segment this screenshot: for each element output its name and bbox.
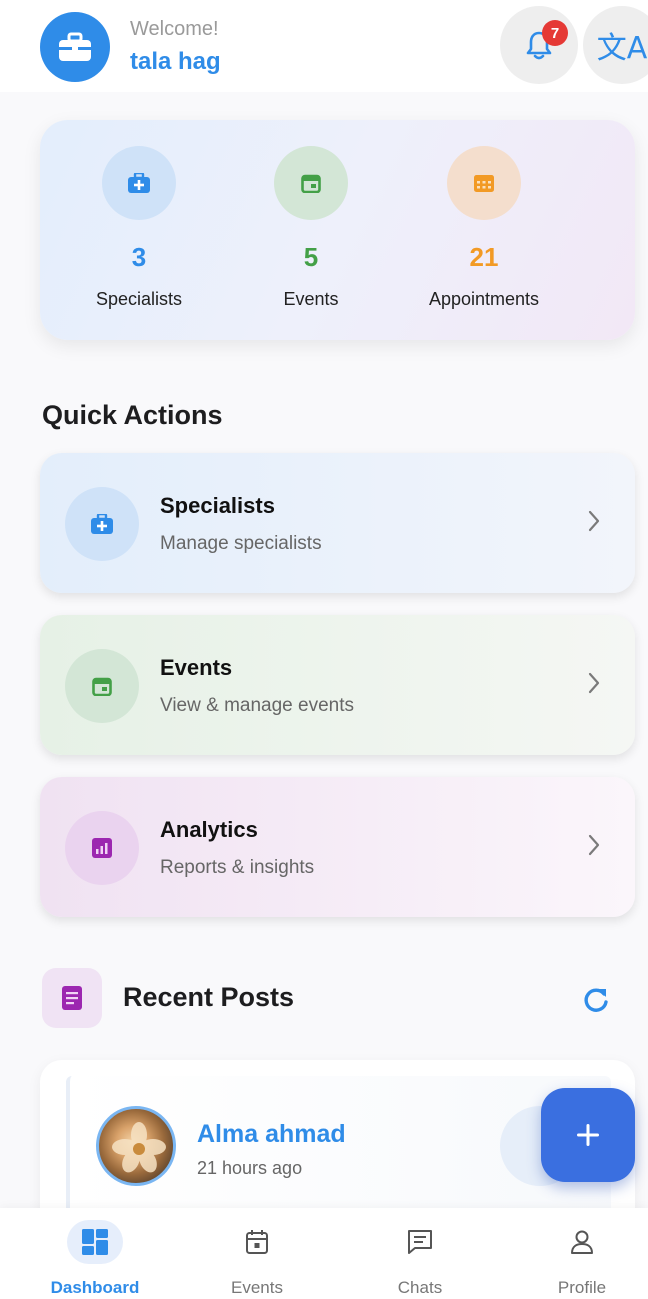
quick-action-events[interactable]: Events View & manage events (40, 615, 635, 755)
chevron-right-icon (588, 834, 600, 856)
quick-action-analytics[interactable]: Analytics Reports & insights (40, 777, 635, 917)
quick-action-title: Specialists (160, 493, 275, 518)
dashboard-icon (67, 1220, 123, 1264)
refresh-button[interactable] (578, 982, 614, 1018)
article-icon (42, 968, 102, 1028)
quick-action-subtitle: Manage specialists (160, 533, 322, 554)
stat-events[interactable]: 5 Events (216, 146, 406, 310)
welcome-text: Welcome! (130, 18, 219, 40)
post-author[interactable]: Alma ahmad (197, 1120, 346, 1149)
nav-label: Events (231, 1278, 283, 1297)
chevron-right-icon (588, 510, 600, 532)
stats-summary-card: 3 Specialists 5 Events 21 Appointments (40, 120, 635, 340)
bottom-navigation: Dashboard Events Chats Profile (0, 1208, 648, 1299)
notifications-button[interactable]: 7 (500, 6, 578, 84)
notification-badge: 7 (542, 20, 568, 46)
calendar-icon (229, 1220, 285, 1264)
chevron-right-icon (588, 672, 600, 694)
nav-item-chats[interactable]: Chats (340, 1208, 500, 1299)
translate-icon: 文A (596, 31, 648, 66)
chat-icon (392, 1220, 448, 1264)
quick-action-subtitle: Reports & insights (160, 857, 315, 878)
analytics-icon (65, 811, 139, 885)
plus-icon (577, 1124, 599, 1146)
quick-action-title: Analytics (160, 817, 258, 842)
stat-appointments[interactable]: 21 Appointments (389, 146, 579, 310)
nav-label: Profile (557, 1278, 607, 1297)
quick-actions-heading: Quick Actions (42, 400, 223, 430)
nav-label: Chats (397, 1278, 443, 1297)
quick-action-subtitle: View & manage events (160, 695, 354, 716)
avatar[interactable] (96, 1106, 176, 1186)
calendar-icon (65, 649, 139, 723)
calendar-grid-icon (447, 146, 521, 220)
quick-action-specialists[interactable]: Specialists Manage specialists (40, 453, 635, 593)
medical-bag-icon (65, 487, 139, 561)
stat-value: 21 (469, 242, 499, 272)
username: tala hag (130, 48, 221, 75)
stat-label: Events (283, 289, 339, 309)
stat-value: 3 (131, 242, 147, 272)
refresh-icon (584, 988, 608, 1012)
app-header: Welcome! tala hag 7 文A (0, 0, 648, 92)
post-timestamp: 21 hours ago (197, 1158, 303, 1178)
nav-label: Dashboard (50, 1278, 140, 1297)
profile-icon (554, 1220, 610, 1264)
stat-specialists[interactable]: 3 Specialists (44, 146, 234, 310)
stat-value: 5 (303, 242, 319, 272)
briefcase-icon (40, 12, 110, 82)
nav-item-profile[interactable]: Profile (502, 1208, 648, 1299)
add-post-button[interactable] (541, 1088, 635, 1182)
nav-item-dashboard[interactable]: Dashboard (15, 1208, 175, 1299)
recent-posts-heading: Recent Posts (123, 982, 295, 1012)
stat-label: Specialists (95, 289, 183, 309)
quick-action-title: Events (160, 655, 233, 680)
nav-item-events[interactable]: Events (177, 1208, 337, 1299)
dashboard-screen: Welcome! tala hag 7 文A 3 Specialists 5 E… (0, 0, 648, 1299)
medical-bag-icon (102, 146, 176, 220)
calendar-icon (274, 146, 348, 220)
stat-label: Appointments (428, 289, 540, 309)
language-button[interactable]: 文A (583, 6, 648, 84)
